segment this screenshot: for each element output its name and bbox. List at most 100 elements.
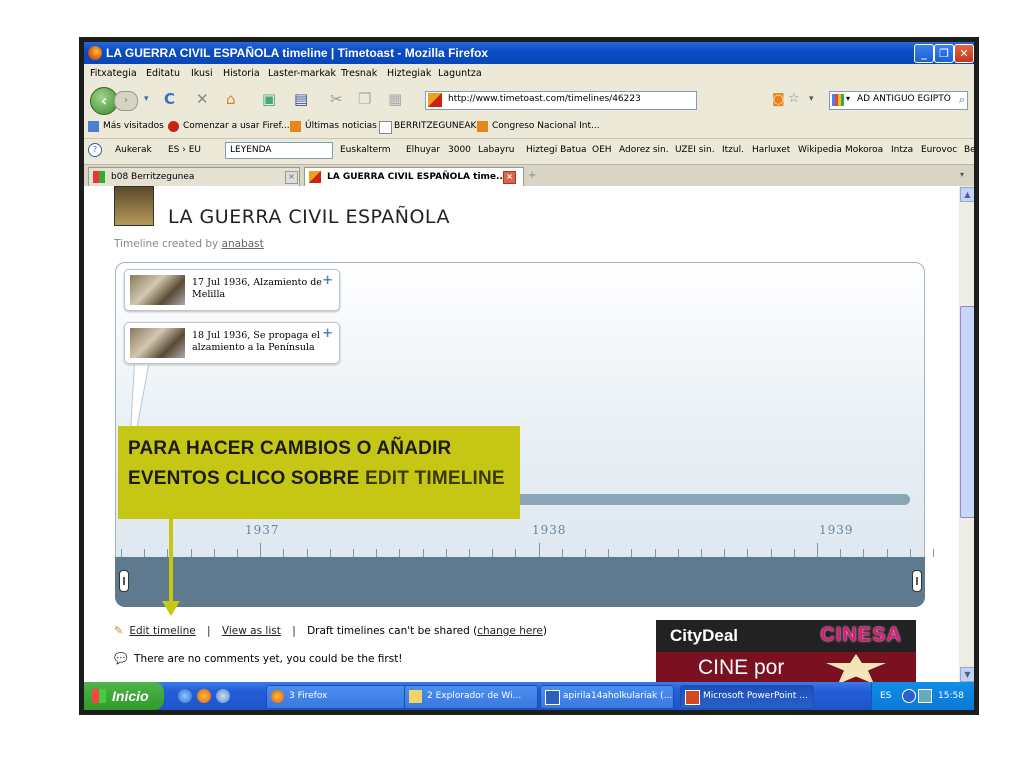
cut-icon[interactable]: ✂: [330, 90, 343, 108]
ruler-tick: [631, 549, 633, 557]
link-adorez-sin[interactable]: Adorez sin.: [619, 145, 669, 155]
forward-button[interactable]: ›: [114, 91, 138, 111]
reload-icon[interactable]: C: [164, 90, 175, 108]
search-box[interactable]: ▾ AD ANTIGUO EGIPTO ⌕: [829, 91, 968, 110]
change-here-link[interactable]: change here: [477, 625, 543, 637]
berritzegunea-favicon: [93, 171, 105, 183]
link-3000[interactable]: 3000: [448, 145, 471, 155]
language-selector[interactable]: ES › EU: [168, 145, 201, 155]
ruler-tick: [909, 549, 911, 557]
bookmark-congreso[interactable]: Congreso Nacional Int...: [492, 121, 600, 131]
view-as-list-link[interactable]: View as list: [222, 625, 281, 637]
timetoast-favicon: [428, 93, 442, 107]
link-oeh[interactable]: OEH: [592, 145, 612, 155]
new-tab-icon[interactable]: ▣: [262, 90, 276, 108]
word-icon: [545, 690, 560, 705]
engine-dropdown-icon[interactable]: ▾: [846, 94, 850, 103]
link-hiztegi-batua[interactable]: Hiztegi Batua: [526, 145, 587, 155]
timeline-duration-bar[interactable]: [452, 494, 910, 505]
event-bubble[interactable]: 18 Jul 1936, Se propaga el alzamiento a …: [124, 322, 340, 364]
menu-ikusi[interactable]: Ikusi: [191, 68, 213, 79]
timeline-navigator[interactable]: [115, 557, 925, 607]
task-explorer[interactable]: 2 Explorador de Wi...: [404, 685, 538, 709]
link-be[interactable]: Be: [964, 145, 974, 155]
rss-icon[interactable]: ◙: [772, 92, 785, 107]
dropdown-arrow-icon[interactable]: ▾: [809, 94, 814, 104]
vertical-scrollbar[interactable]: ▲ ▼: [959, 186, 974, 682]
language-indicator[interactable]: ES: [880, 691, 891, 701]
ie-icon[interactable]: [178, 689, 192, 703]
minimize-button[interactable]: _: [914, 44, 934, 63]
scroll-thumb[interactable]: [960, 306, 974, 518]
tab-guerra-civil[interactable]: LA GUERRA CIVIL ESPAÑOLA time... ×: [304, 167, 524, 186]
paste-icon[interactable]: ▦: [388, 90, 402, 108]
aukerak-menu[interactable]: Aukerak: [115, 145, 152, 155]
help-icon[interactable]: ?: [88, 143, 102, 157]
tab-list-icon[interactable]: ▾: [960, 170, 964, 179]
maximize-button[interactable]: ❐: [934, 44, 954, 63]
menu-laguntza[interactable]: Laguntza: [438, 68, 482, 79]
edit-timeline-link[interactable]: Edit timeline: [129, 625, 195, 637]
link-elhuyar[interactable]: Elhuyar: [406, 145, 440, 155]
link-wikipedia[interactable]: Wikipedia: [798, 145, 842, 155]
history-dropdown-icon[interactable]: ▾: [144, 94, 149, 104]
scroll-up-icon[interactable]: ▲: [960, 187, 974, 202]
bookmark-icon[interactable]: ▤: [294, 90, 308, 108]
draft-text: Draft timelines can't be shared (: [307, 625, 478, 637]
star-icon[interactable]: ☆: [788, 91, 800, 106]
event-bubble[interactable]: 17 Jul 1936, Alzamiento de Melilla +: [124, 269, 340, 311]
citydeal-ad[interactable]: CityDeal CINESA CINE por: [656, 620, 916, 682]
expand-plus-icon[interactable]: +: [322, 273, 333, 288]
menu-historia[interactable]: Historia: [223, 68, 260, 79]
menu-laster-markak[interactable]: Laster-markak: [268, 68, 336, 79]
copy-icon[interactable]: ❐: [358, 90, 371, 108]
callout-text: PARA HACER CAMBIOS O AÑADIR EVENTOS CLIC…: [128, 434, 518, 494]
clock[interactable]: 15:58: [938, 691, 964, 701]
menu-editatu[interactable]: Editatu: [146, 68, 180, 79]
link-itzul[interactable]: Itzul.: [722, 145, 744, 155]
bookmark-berritzeguneak[interactable]: BERRITZEGUNEAK: [394, 121, 476, 131]
bookmark-ultimas-noticias[interactable]: Últimas noticias: [305, 121, 377, 131]
expand-plus-icon[interactable]: +: [322, 326, 333, 341]
home-icon[interactable]: ⌂: [226, 90, 236, 108]
volume-icon[interactable]: [918, 689, 932, 703]
left-scroll-handle[interactable]: ‖: [119, 570, 129, 592]
ruler-tick: [121, 549, 122, 557]
tab-close-icon-active[interactable]: ×: [503, 171, 516, 184]
menu-tresnak[interactable]: Tresnak: [341, 68, 377, 79]
firefox-task-icon: [271, 690, 284, 703]
scroll-down-icon[interactable]: ▼: [960, 667, 974, 682]
search-quicklaunch-icon[interactable]: [216, 689, 230, 703]
link-intza[interactable]: Intza: [891, 145, 913, 155]
link-mokoroa[interactable]: Mokoroa: [845, 145, 883, 155]
right-scroll-handle[interactable]: ‖: [912, 570, 922, 592]
link-harluxet[interactable]: Harluxet: [752, 145, 790, 155]
author-link[interactable]: anabast: [222, 238, 264, 250]
menu-hiztegiak[interactable]: Hiztegiak: [387, 68, 431, 79]
bookmark-comenzar[interactable]: Comenzar a usar Firef...: [183, 121, 290, 131]
task-word[interactable]: apirila14aholkulariak (...: [540, 685, 674, 709]
tab-close-icon[interactable]: ×: [285, 171, 298, 184]
close-button[interactable]: ✕: [954, 44, 974, 63]
tab-berritzegunea[interactable]: b08 Berritzegunea ×: [88, 167, 300, 186]
elhuyar-search-field[interactable]: LEYENDA: [225, 142, 333, 159]
new-tab-button[interactable]: +: [528, 170, 536, 181]
year-label: 1938: [532, 523, 567, 537]
menu-fitxategia[interactable]: Fitxategia: [90, 68, 137, 79]
link-eurovoc[interactable]: Eurovoc: [921, 145, 957, 155]
network-icon[interactable]: [902, 689, 916, 703]
year-label: 1939: [819, 523, 854, 537]
link-labayru[interactable]: Labayru: [478, 145, 515, 155]
address-bar[interactable]: http://www.timetoast.com/timelines/46223: [425, 91, 697, 110]
link-euskalterm[interactable]: Euskalterm: [340, 145, 391, 155]
bookmark-mas-visitados[interactable]: Más visitados: [103, 121, 164, 131]
stop-icon[interactable]: ✕: [196, 90, 209, 108]
task-firefox[interactable]: 3 Firefox: [266, 685, 410, 709]
task-powerpoint[interactable]: Microsoft PowerPoint ...: [680, 685, 814, 709]
firefox-quicklaunch-icon[interactable]: [197, 689, 211, 703]
task-label: Microsoft PowerPoint ...: [703, 691, 808, 701]
link-uzei-sin[interactable]: UZEI sin.: [675, 145, 715, 155]
ruler-tick: [422, 549, 424, 557]
magnifier-icon[interactable]: ⌕: [959, 93, 965, 107]
start-button[interactable]: Inicio: [84, 682, 164, 710]
